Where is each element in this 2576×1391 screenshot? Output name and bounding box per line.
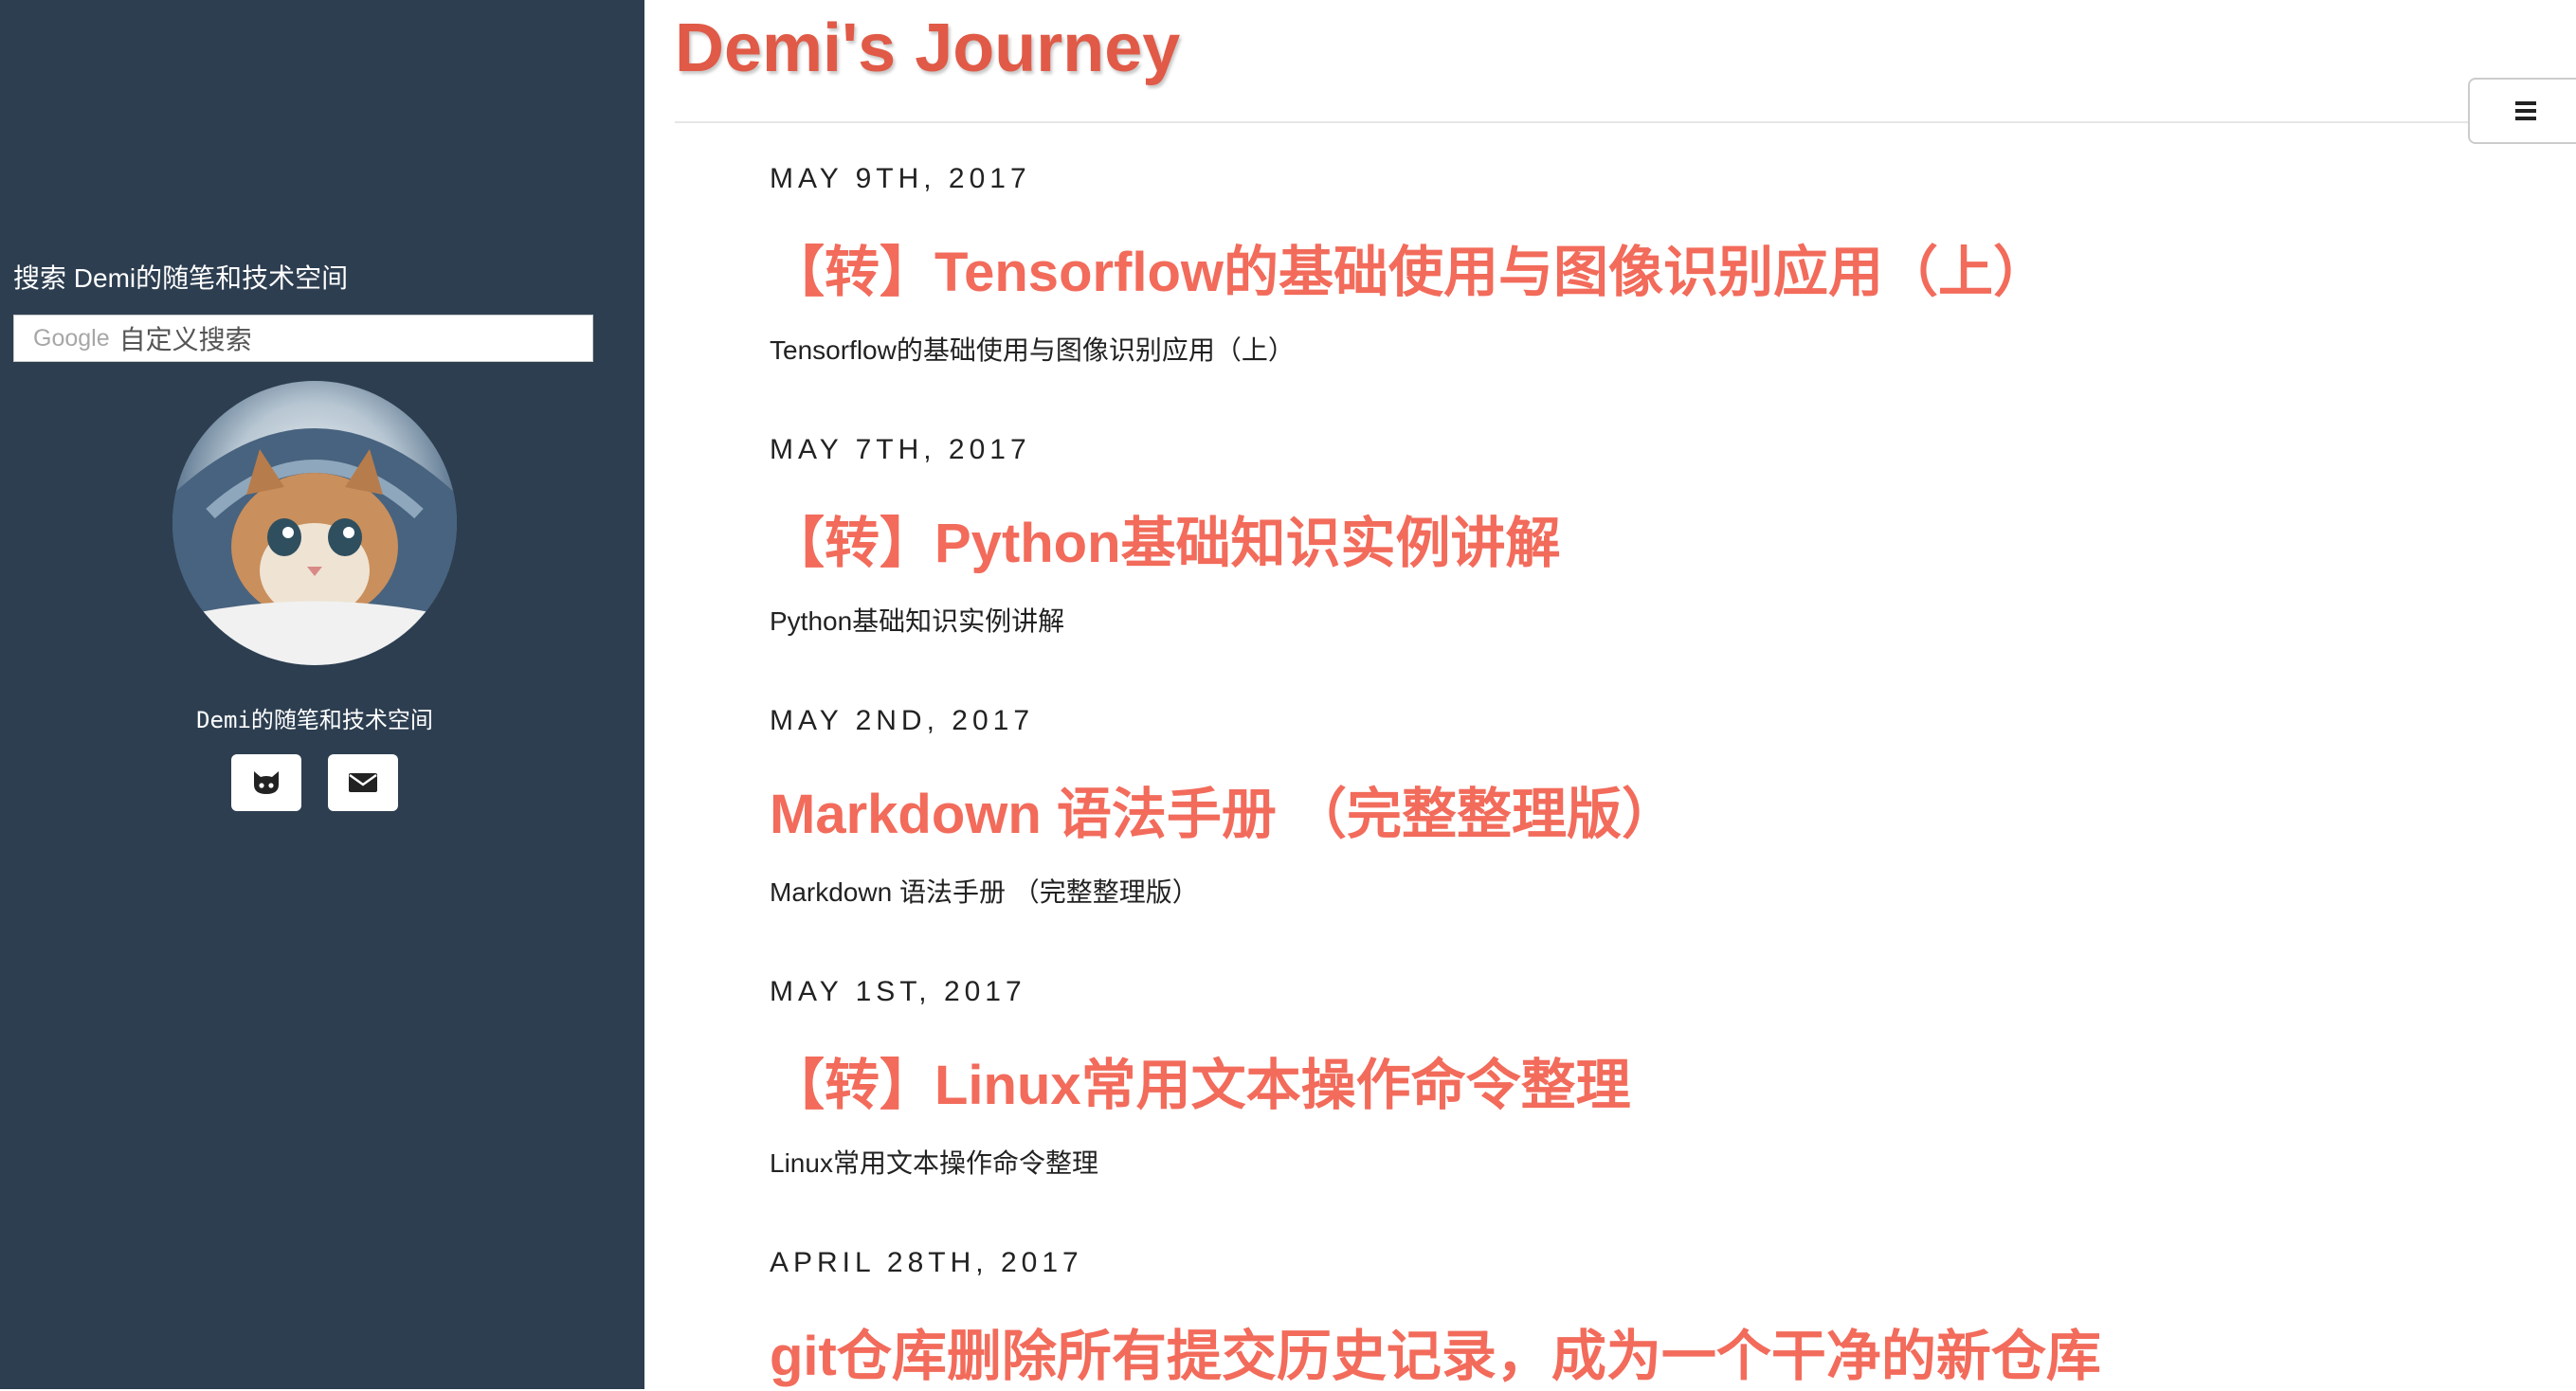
post-excerpt: Tensorflow的基础使用与图像识别应用（上） [770, 335, 1295, 365]
post-date: May 9th, 2017 [770, 163, 1031, 194]
google-logo: Google [33, 324, 110, 352]
post-date: May 7th, 2017 [770, 434, 1031, 465]
post-date: April 28th, 2017 [770, 1247, 1083, 1278]
hamburger-menu-icon-line [2515, 109, 2536, 113]
main-header: Demi's Journey [675, 0, 2576, 123]
post-preview: May 7th, 2017 【转】Python基础知识实例讲解 Python基础… [770, 434, 1561, 639]
github-button[interactable] [231, 754, 301, 811]
site-title[interactable]: Demi's Journey [675, 9, 1180, 87]
search-label: 搜索 Demi的随笔和技术空间 [13, 263, 349, 293]
post-excerpt: Linux常用文本操作命令整理 [770, 1148, 1098, 1178]
post-excerpt: Python基础知识实例讲解 [770, 606, 1065, 636]
post-excerpt: Markdown 语法手册 （完整整理版） [770, 877, 1199, 907]
post-date: May 1st, 2017 [770, 976, 1026, 1007]
mail-icon [349, 773, 377, 792]
post-preview: April 28th, 2017 git仓库删除所有提交历史记录，成为一个干净的… [770, 1247, 2101, 1391]
email-button[interactable] [328, 754, 398, 811]
sidebar-tagline: Demi的随笔和技术空间 [196, 707, 433, 733]
post-preview: May 2nd, 2017 Markdown 语法手册 （完整整理版） Mark… [770, 705, 1677, 910]
post-date: May 2nd, 2017 [770, 705, 1034, 736]
post-title-link[interactable]: 【转】Python基础知识实例讲解 [770, 498, 1561, 578]
post-title-link[interactable]: 【转】Linux常用文本操作命令整理 [770, 1040, 1631, 1120]
hamburger-menu-icon-line [2515, 117, 2536, 120]
avatar [172, 381, 457, 665]
post-title-link[interactable]: git仓库删除所有提交历史记录，成为一个干净的新仓库 [770, 1311, 2101, 1391]
github-icon [254, 771, 279, 794]
search-placeholder: 自定义搜索 [118, 325, 252, 354]
post-preview: May 9th, 2017 【转】Tensorflow的基础使用与图像识别应用（… [770, 163, 2048, 368]
hamburger-menu-icon [2515, 101, 2536, 105]
sidebar: 搜索 Demi的随笔和技术空间 Google 自定义搜索 Demi的随笔和技术空… [0, 0, 644, 1389]
kitten-avatar-icon [172, 428, 457, 665]
post-title-link[interactable]: 【转】Tensorflow的基础使用与图像识别应用（上） [770, 227, 2048, 307]
post-title-link[interactable]: Markdown 语法手册 （完整整理版） [770, 769, 1677, 849]
post-preview: May 1st, 2017 【转】Linux常用文本操作命令整理 Linux常用… [770, 976, 1631, 1181]
search-input[interactable]: Google 自定义搜索 [13, 315, 593, 362]
menu-button[interactable] [2468, 78, 2576, 144]
